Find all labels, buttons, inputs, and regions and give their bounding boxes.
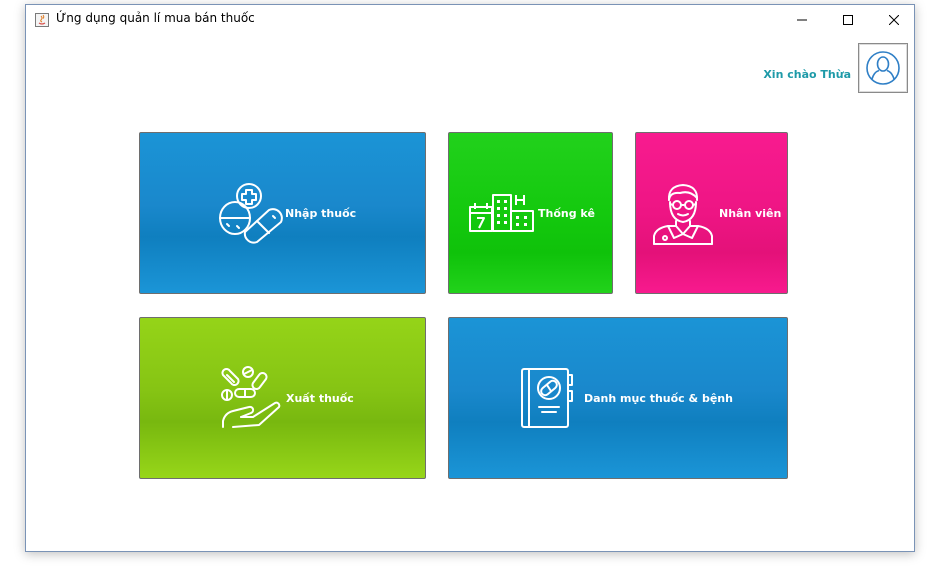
java-app-icon [35,13,49,27]
export-medicine-tile[interactable]: Xuất thuốc [139,317,426,479]
import-medicine-tile[interactable]: Nhập thuốc [139,132,426,294]
hand-pills-icon [221,366,281,428]
hospital-calendar-icon [469,194,534,232]
medicine-disease-catalog-tile[interactable]: Danh mục thuốc & bệnh [448,317,788,479]
statistics-tile[interactable]: Thống kê [448,132,613,294]
close-icon [889,15,899,25]
export-medicine-label: Xuất thuốc [286,391,354,405]
user-profile-button[interactable] [858,43,908,93]
close-button[interactable] [871,5,917,35]
pills-icon [219,183,283,244]
title-bar[interactable]: Ứng dụng quản lí mua bán thuốc [26,5,914,35]
staff-tile[interactable]: Nhân viên [635,132,788,294]
medicine-book-icon [521,368,573,428]
doctor-icon [653,184,713,245]
staff-label: Nhân viên [719,206,782,220]
medicine-disease-catalog-label: Danh mục thuốc & bệnh [584,391,733,405]
maximize-icon [843,15,853,25]
app-window: Ứng dụng quản lí mua bán thuốc Xin chào … [25,4,915,552]
import-medicine-label: Nhập thuốc [285,206,357,220]
window-title: Ứng dụng quản lí mua bán thuốc [56,11,255,25]
minimize-button[interactable] [779,5,825,35]
maximize-button[interactable] [825,5,871,35]
user-icon [866,51,900,85]
minimize-icon [797,19,807,21]
greeting-label: Xin chào Thừa [763,68,851,81]
statistics-label: Thống kê [538,206,595,220]
